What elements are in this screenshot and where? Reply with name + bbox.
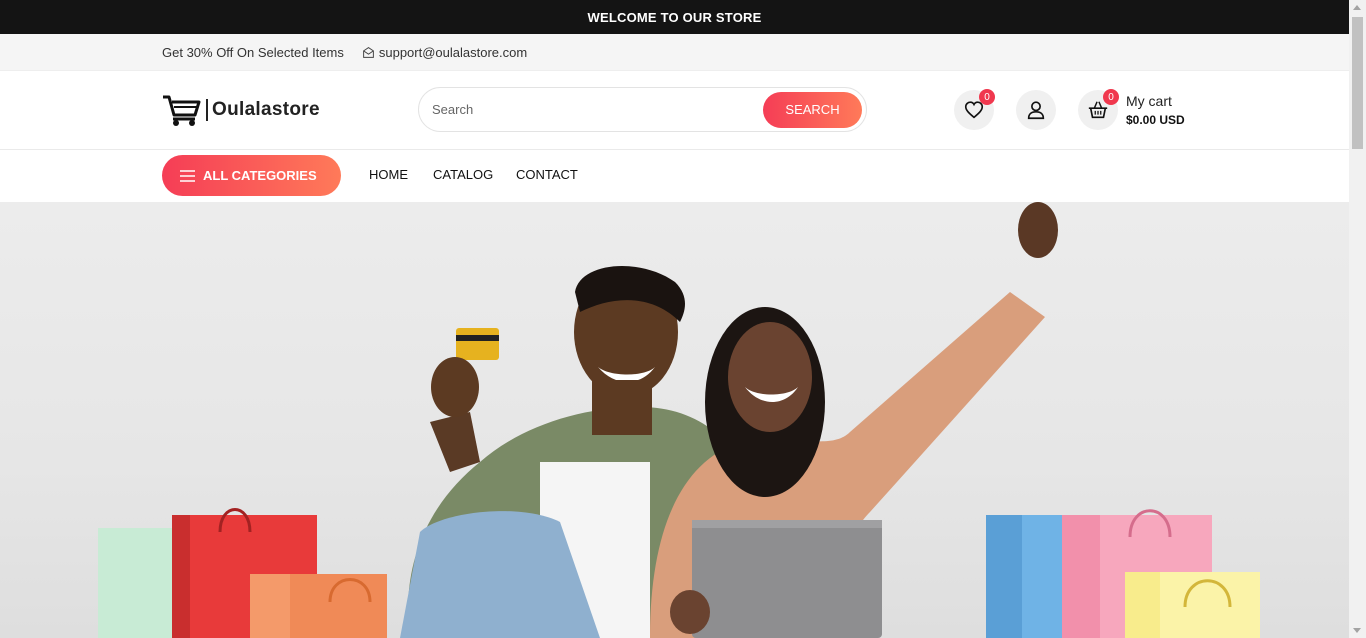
cart-total: $0.00 USD	[1126, 113, 1185, 127]
user-icon	[1027, 101, 1045, 120]
all-categories-label: ALL CATEGORIES	[203, 168, 317, 183]
nav-catalog[interactable]: CATALOG	[433, 167, 493, 182]
wishlist-button[interactable]: 0	[954, 89, 995, 130]
cart-count-badge: 0	[1103, 89, 1119, 105]
support-email[interactable]: support@oulalastore.com	[362, 45, 527, 60]
search-bar: SEARCH	[418, 87, 867, 132]
logo[interactable]: Oulalastore	[162, 93, 320, 127]
all-categories-button[interactable]: ALL CATEGORIES	[162, 155, 341, 196]
promo-text: Get 30% Off On Selected Items	[162, 44, 344, 60]
nav-home[interactable]: HOME	[369, 167, 408, 182]
search-input[interactable]	[419, 88, 763, 131]
search-button[interactable]: SEARCH	[763, 91, 862, 128]
welcome-text: WELCOME TO OUR STORE	[587, 9, 762, 25]
cart-button[interactable]: 0	[1078, 89, 1119, 130]
shopping-bags-left	[98, 508, 387, 638]
scroll-up-arrow-icon[interactable]	[1353, 5, 1361, 10]
shopping-bags-right	[986, 509, 1260, 638]
nav-contact[interactable]: CONTACT	[516, 167, 578, 182]
support-email-text: support@oulalastore.com	[378, 44, 528, 60]
wishlist-count-badge: 0	[979, 89, 995, 105]
hero-illustration	[98, 202, 1260, 638]
welcome-bar: WELCOME TO OUR STORE	[0, 0, 1349, 34]
main-nav: ALL CATEGORIES HOME CATALOG CONTACT	[0, 150, 1349, 202]
cart-label: My cart	[1126, 93, 1172, 109]
cart-summary[interactable]: My cart $0.00 USD	[1126, 93, 1185, 127]
header: Oulalastore SEARCH 0 0	[0, 71, 1349, 150]
scroll-down-arrow-icon[interactable]	[1353, 628, 1361, 633]
store-page: WELCOME TO OUR STORE Get 30% Off On Sele…	[0, 0, 1349, 638]
info-bar: Get 30% Off On Selected Items support@ou…	[0, 34, 1349, 71]
envelope-icon	[362, 46, 374, 58]
hero-banner	[0, 202, 1349, 638]
account-button[interactable]	[1016, 90, 1056, 130]
logo-text: Oulalastore	[206, 99, 320, 121]
vertical-scrollbar[interactable]	[1349, 0, 1366, 638]
menu-icon	[180, 169, 195, 182]
shopping-cart-icon	[163, 95, 201, 126]
scroll-thumb[interactable]	[1352, 17, 1363, 149]
